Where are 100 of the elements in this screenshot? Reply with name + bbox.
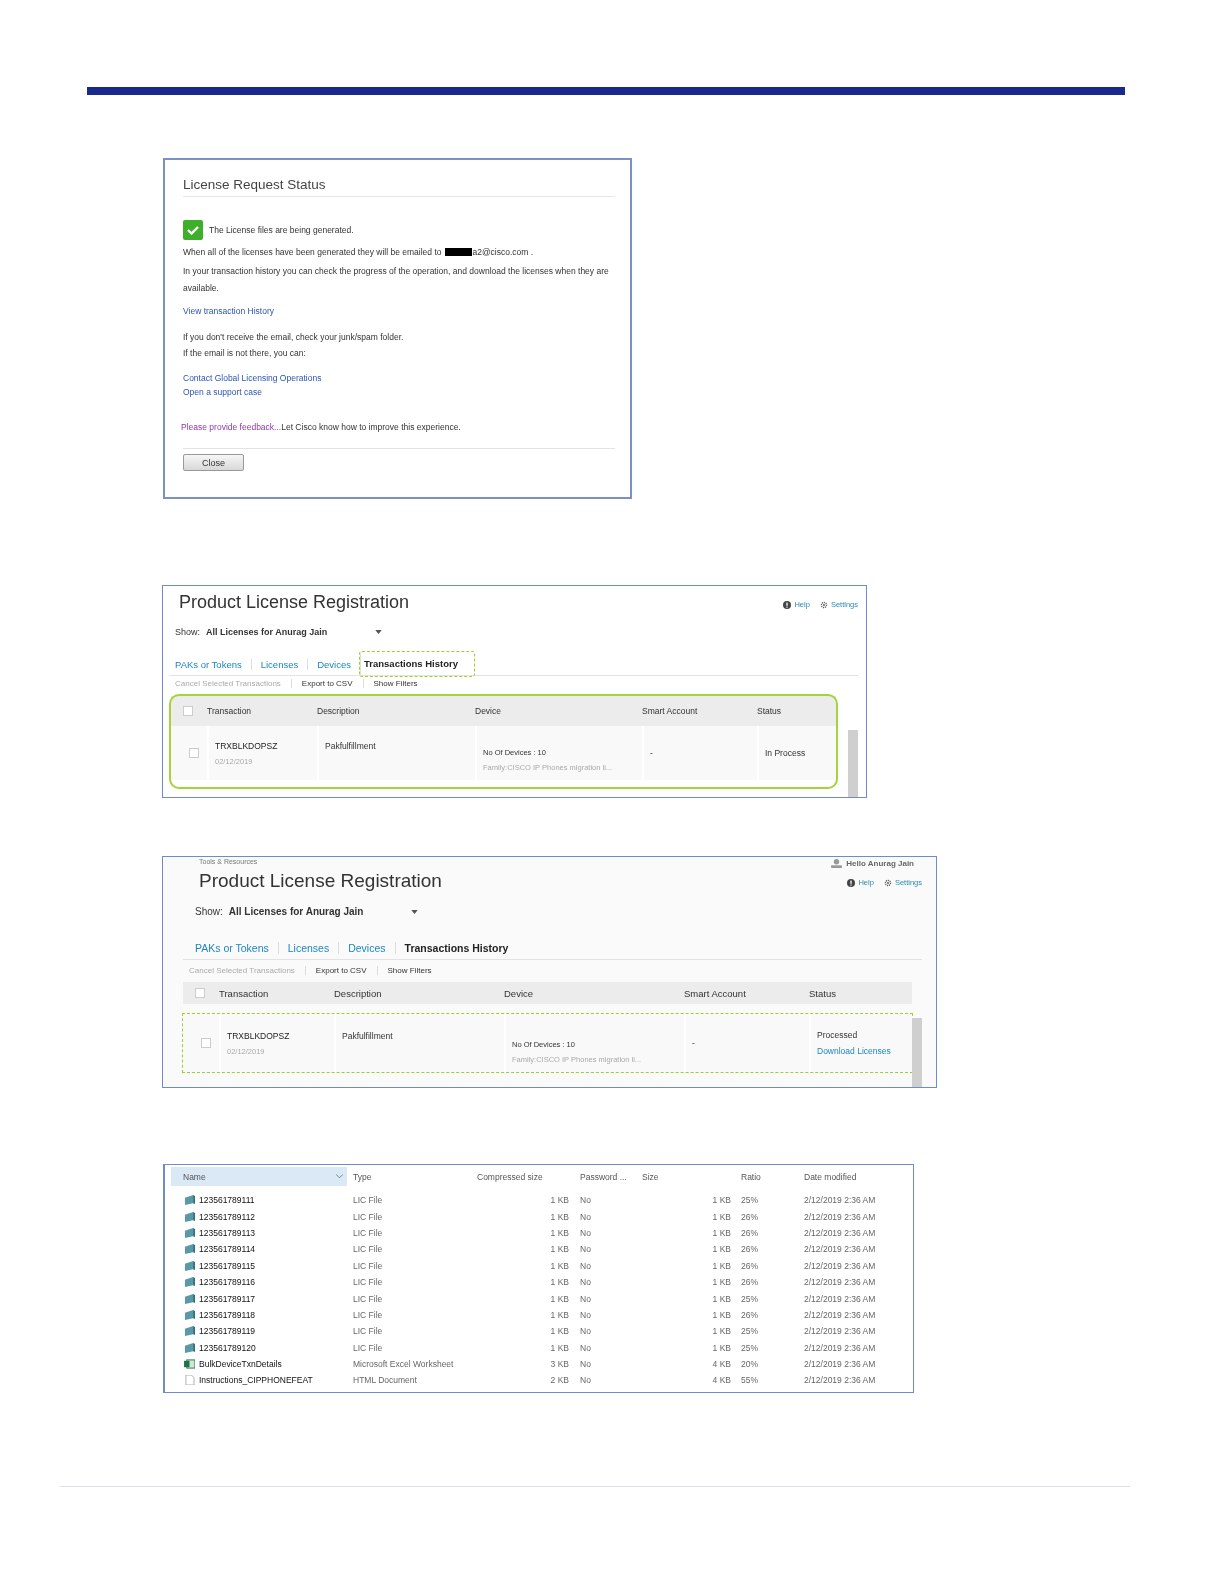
column-header[interactable]: Device bbox=[475, 706, 642, 716]
column-header[interactable]: Date modified bbox=[804, 1171, 913, 1182]
smart-account-cell-text: - bbox=[650, 748, 654, 758]
column-header[interactable]: Description bbox=[317, 706, 475, 716]
column-header[interactable]: Status bbox=[757, 706, 836, 716]
compressed-size: 1 KB bbox=[549, 1309, 569, 1320]
column-header[interactable]: Smart Account bbox=[684, 987, 809, 999]
column-header[interactable]: Size bbox=[642, 1171, 731, 1182]
help-link[interactable]: Open a support case bbox=[183, 387, 262, 397]
tab[interactable]: PAKs or Tokens bbox=[175, 658, 251, 670]
password-status: No bbox=[580, 1195, 592, 1206]
toolbar-button[interactable]: Export to CSV bbox=[315, 966, 378, 975]
compressed-size: 1 KB bbox=[549, 1227, 569, 1238]
scrollbar[interactable] bbox=[912, 1018, 922, 1087]
tab[interactable]: Transactions History bbox=[394, 942, 518, 954]
compressed-size: 1 KB bbox=[549, 1195, 569, 1206]
file-name[interactable]: 123561789113 bbox=[199, 1227, 256, 1238]
checkbox[interactable] bbox=[183, 706, 193, 716]
close-button[interactable]: Close bbox=[183, 454, 244, 471]
column-header[interactable]: Transaction bbox=[207, 706, 317, 716]
tab[interactable]: Licenses bbox=[250, 658, 308, 670]
compressed-size: 1 KB bbox=[549, 1326, 569, 1337]
file-name[interactable]: 123561789112 bbox=[199, 1211, 256, 1222]
compression-ratio: 25% bbox=[741, 1293, 759, 1304]
file-type: LIC File bbox=[353, 1342, 384, 1353]
toolbar-button[interactable]: Export to CSV bbox=[301, 679, 364, 688]
password-status: No bbox=[580, 1342, 592, 1353]
compressed-size: 3 KB bbox=[549, 1359, 569, 1370]
file-icon bbox=[184, 1244, 195, 1255]
file-size: 1 KB bbox=[711, 1326, 731, 1337]
caret-icon bbox=[411, 909, 419, 914]
license-filter-dropdown[interactable]: All Licenses for Anurag Jain bbox=[228, 906, 419, 917]
column-header[interactable]: Device bbox=[504, 987, 684, 999]
help-link[interactable]: Contact Global Licensing Operations bbox=[183, 373, 322, 383]
date-modified: 2/12/2019 2:36 AM bbox=[804, 1195, 877, 1206]
date-modified: 2/12/2019 2:36 AM bbox=[804, 1244, 877, 1255]
scrollbar[interactable] bbox=[848, 730, 858, 797]
column-header[interactable]: Type bbox=[353, 1171, 477, 1182]
file-type: Microsoft Excel Worksheet bbox=[353, 1359, 455, 1370]
file-name[interactable]: 123561789119 bbox=[199, 1326, 256, 1337]
tab[interactable]: PAKs or Tokens bbox=[195, 942, 278, 954]
column-header[interactable]: Smart Account bbox=[642, 706, 757, 716]
tab[interactable]: Devices bbox=[338, 942, 395, 954]
compression-ratio: 26% bbox=[741, 1211, 759, 1222]
column-header[interactable]: Status bbox=[809, 987, 912, 999]
date-modified: 2/12/2019 2:36 AM bbox=[804, 1227, 877, 1238]
settings-icon bbox=[819, 600, 828, 609]
column-header[interactable]: Ratio bbox=[741, 1171, 804, 1182]
transaction-id: TRXBLKDOPSZ bbox=[227, 1030, 291, 1041]
license-filter-dropdown[interactable]: All Licenses for Anurag Jain bbox=[206, 627, 383, 637]
file-size: 1 KB bbox=[711, 1227, 731, 1238]
file-name[interactable]: 123561789115 bbox=[199, 1260, 256, 1271]
column-header[interactable]: Name bbox=[171, 1167, 347, 1186]
file-name[interactable]: 123561789116 bbox=[199, 1277, 256, 1288]
file-icon bbox=[184, 1277, 195, 1288]
file-name[interactable]: 123561789120 bbox=[199, 1342, 256, 1353]
file-name[interactable]: 123561789118 bbox=[199, 1309, 256, 1320]
file-icon bbox=[184, 1195, 195, 1206]
compressed-size: 1 KB bbox=[549, 1244, 569, 1255]
date-modified: 2/12/2019 2:36 AM bbox=[804, 1359, 877, 1370]
file-name[interactable]: 123561789111 bbox=[199, 1195, 255, 1206]
checkbox[interactable] bbox=[201, 1038, 211, 1048]
history-link[interactable]: View transaction History bbox=[183, 306, 275, 316]
caret-icon bbox=[375, 630, 383, 634]
file-size: 4 KB bbox=[711, 1375, 731, 1386]
file-size: 1 KB bbox=[711, 1293, 731, 1304]
checkbox[interactable] bbox=[189, 748, 199, 758]
email-address: a2@cisco.com . bbox=[472, 247, 534, 257]
password-status: No bbox=[580, 1244, 592, 1255]
toolbar-button[interactable]: Show Filters bbox=[373, 679, 428, 688]
compressed-size: 1 KB bbox=[549, 1277, 569, 1288]
file-type: LIC File bbox=[353, 1277, 384, 1288]
checkbox[interactable] bbox=[195, 988, 205, 998]
compression-ratio: 26% bbox=[741, 1260, 759, 1271]
file-name[interactable]: Instructions_CIPPHONEFEAT bbox=[199, 1375, 313, 1386]
column-header[interactable]: Description bbox=[334, 987, 504, 999]
tab[interactable]: Transactions History bbox=[360, 652, 474, 676]
compressed-size: 1 KB bbox=[549, 1260, 569, 1271]
password-status: No bbox=[580, 1211, 592, 1222]
file-type: HTML Document bbox=[353, 1375, 418, 1386]
column-header[interactable]: Password ... bbox=[580, 1171, 642, 1182]
feedback-link[interactable]: Please provide feedback... bbox=[181, 422, 282, 432]
file-icon bbox=[184, 1227, 195, 1238]
show-label: Show: bbox=[175, 627, 200, 637]
file-name[interactable]: 123561789114 bbox=[199, 1244, 256, 1255]
tab[interactable]: Licenses bbox=[277, 942, 339, 954]
file-name[interactable]: BulkDeviceTxnDetails bbox=[199, 1359, 282, 1370]
file-size: 1 KB bbox=[711, 1195, 731, 1206]
file-name[interactable]: 123561789117 bbox=[199, 1293, 256, 1304]
toolbar-button[interactable]: Show Filters bbox=[387, 966, 442, 975]
date-modified: 2/12/2019 2:36 AM bbox=[804, 1326, 877, 1337]
dialog-title: License Request Status bbox=[183, 177, 615, 197]
tab[interactable]: Devices bbox=[307, 658, 360, 670]
file-type: LIC File bbox=[353, 1293, 384, 1304]
download-link[interactable]: Download Licenses bbox=[817, 1046, 906, 1056]
column-header[interactable]: Transaction bbox=[219, 987, 334, 999]
column-header[interactable]: Compressed size bbox=[477, 1171, 569, 1182]
spreadsheet-icon bbox=[184, 1359, 195, 1370]
file-type: LIC File bbox=[353, 1260, 384, 1271]
page-title: Product License Registration bbox=[199, 870, 442, 892]
